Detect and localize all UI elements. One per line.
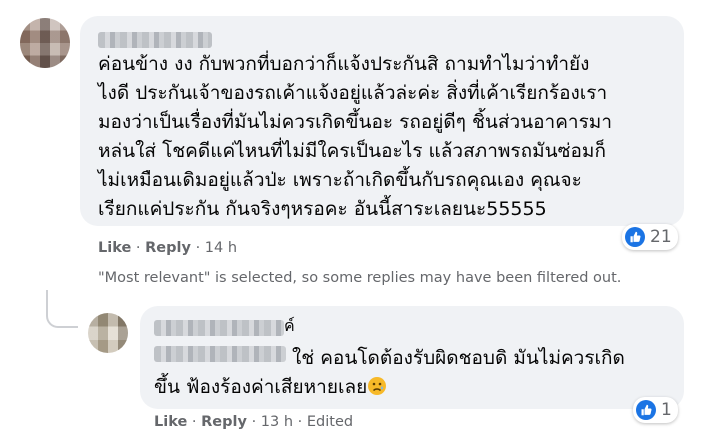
comment-reaction-count[interactable]: 21 <box>622 224 678 250</box>
reply-actions: Like · Reply · 13 h · Edited <box>154 414 354 430</box>
filter-notice: "Most relevant" is selected, so some rep… <box>98 270 622 286</box>
reply-reaction-count[interactable]: 1 <box>633 397 678 423</box>
commenter-avatar[interactable] <box>20 18 70 68</box>
commenter-name-blurred[interactable] <box>98 32 212 48</box>
reply-link[interactable]: Reply <box>145 240 191 256</box>
thumbs-up-icon <box>636 400 656 420</box>
edited-label: Edited <box>306 414 354 430</box>
sad-face-emoji <box>367 376 387 405</box>
like-link[interactable]: Like <box>98 240 131 256</box>
thread-connector-line <box>46 290 78 328</box>
reply-timestamp[interactable]: 13 h <box>261 414 293 430</box>
reaction-count-text: 1 <box>661 400 672 420</box>
comment-actions: Like · Reply · 14 h <box>98 240 238 256</box>
like-link[interactable]: Like <box>154 414 187 430</box>
replier-name-blurred[interactable] <box>154 320 284 336</box>
reply-text: ใช่ คอนโดต้องรับผิดชอบดิ มันไม่ควรเกิด ข… <box>154 344 625 405</box>
replier-name-tail[interactable]: ค์ <box>284 316 295 336</box>
replier-avatar[interactable] <box>88 313 128 353</box>
thumbs-up-icon <box>625 227 645 247</box>
reply-link[interactable]: Reply <box>201 414 247 430</box>
comment-timestamp[interactable]: 14 h <box>205 240 237 256</box>
comment-text: ค่อนข้าง งง กับพวกที่บอกว่าก็แจ้งประกันส… <box>98 53 612 220</box>
reaction-count-text: 21 <box>650 227 672 247</box>
